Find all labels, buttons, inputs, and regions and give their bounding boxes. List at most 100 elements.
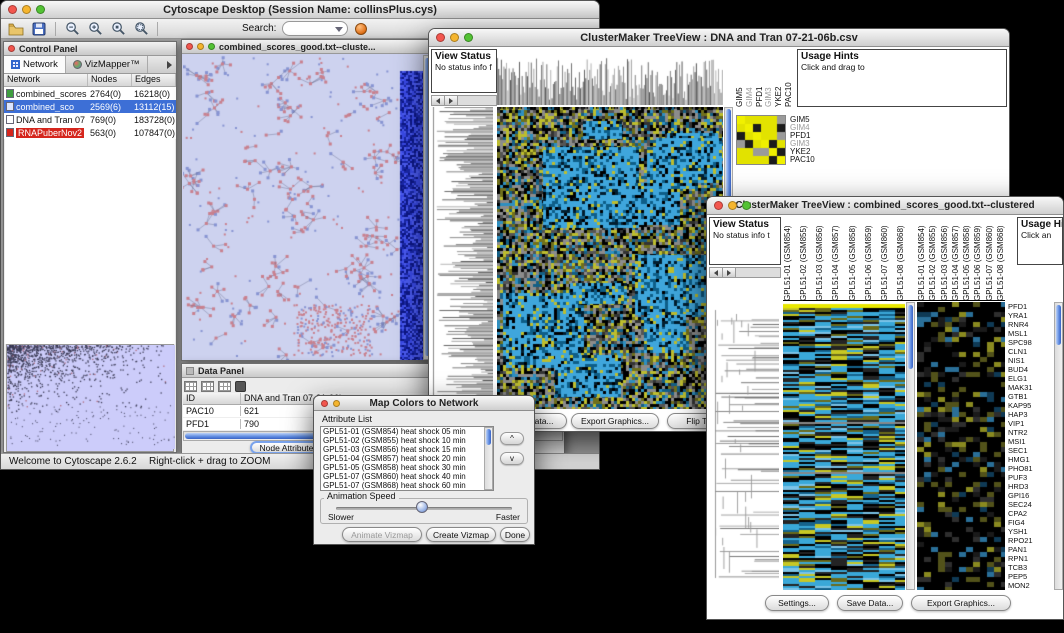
tab-network[interactable]: Network — [4, 56, 66, 73]
matrix-row-label[interactable]: PAC10 — [790, 156, 830, 164]
speed-slider-thumb[interactable] — [416, 501, 428, 513]
gene-label[interactable]: BUD4 — [1008, 365, 1052, 374]
control-panel-titlebar[interactable]: Control Panel — [4, 42, 176, 56]
array-column-label[interactable]: GPL51-01 (GSM854) — [783, 217, 792, 301]
array-column-label[interactable]: GPL51-07 (GSM860) — [880, 217, 889, 301]
matrix-column-label[interactable]: YKE2 — [774, 49, 783, 107]
array-column-label[interactable]: GPL51-05 (GSM858) — [962, 217, 971, 301]
array-column-label[interactable]: GPL51-06 (GSM859) — [973, 217, 982, 301]
array-column-label[interactable]: GPL51-01 (GSM854) — [917, 217, 926, 301]
save-icon[interactable] — [29, 20, 49, 38]
close-icon[interactable] — [321, 400, 328, 407]
export-graphics-button[interactable]: Export Graphics... — [571, 413, 659, 429]
scrollbar-thumb[interactable] — [908, 305, 913, 369]
vizmapper-launch-icon[interactable] — [351, 20, 371, 38]
secondary-heatmap-canvas[interactable] — [917, 302, 1005, 590]
zoom-in-icon[interactable] — [85, 20, 105, 38]
gene-label[interactable]: HAP3 — [1008, 410, 1052, 419]
close-icon[interactable] — [186, 43, 193, 50]
array-column-label[interactable]: GPL51-04 (GSM857) — [831, 217, 840, 301]
gene-label[interactable]: MON2 — [1008, 581, 1052, 590]
network-table-row[interactable]: combined_sco 2569(6) 13112(15) — [4, 100, 176, 113]
gene-label[interactable]: SEC24 — [1008, 500, 1052, 509]
tab-vizmapper[interactable]: VizMapper™ — [66, 56, 148, 73]
column-header-nodes[interactable]: Nodes — [88, 74, 132, 86]
gene-label[interactable]: NIS1 — [1008, 356, 1052, 365]
gene-label[interactable]: GPI16 — [1008, 491, 1052, 500]
zoom-window-icon[interactable] — [464, 33, 473, 42]
array-column-label[interactable]: GPL51-04 (GSM857) — [951, 217, 960, 301]
column-header-network[interactable]: Network — [4, 74, 88, 86]
move-up-button[interactable]: ^ — [500, 432, 524, 445]
tab-overflow-icon[interactable] — [163, 56, 176, 73]
gene-label[interactable]: RNR4 — [1008, 320, 1052, 329]
heatmap-vertical-scrollbar[interactable] — [906, 302, 915, 590]
settings-button[interactable]: Settings... — [765, 595, 829, 611]
gene-label[interactable]: HRD3 — [1008, 482, 1052, 491]
attribute-list-item[interactable]: GPL51-01 (GSM854) heat shock 05 min — [323, 427, 493, 436]
column-header-id[interactable]: ID — [183, 393, 241, 404]
minimize-icon[interactable] — [22, 5, 31, 14]
move-down-button[interactable]: v — [500, 452, 524, 465]
minimize-icon[interactable] — [450, 33, 459, 42]
gene-label[interactable]: RPO21 — [1008, 536, 1052, 545]
array-column-label[interactable]: GPL51-02 (GSM855) — [799, 217, 808, 301]
main-titlebar[interactable]: Cytoscape Desktop (Session Name: collins… — [1, 1, 599, 19]
array-column-label[interactable]: GPL51-08 (GSM868) — [896, 217, 905, 301]
open-folder-icon[interactable] — [6, 20, 26, 38]
array-column-label[interactable]: GPL51-05 (GSM858) — [848, 217, 857, 301]
tv2-titlebar[interactable]: ClusterMaker TreeView : combined_scores_… — [707, 197, 1063, 215]
gene-label[interactable]: YRA1 — [1008, 311, 1052, 320]
network-table-row[interactable]: combined_scores 2764(0) 16218(0) — [4, 87, 176, 100]
dialog-titlebar[interactable]: Map Colors to Network — [314, 396, 534, 411]
correlation-matrix-canvas[interactable] — [736, 115, 786, 165]
gene-label[interactable]: FIG4 — [1008, 518, 1052, 527]
attribute-list-item[interactable]: GPL51-07 (GSM868) heat shock 60 min — [323, 481, 493, 490]
column-header-edges[interactable]: Edges — [132, 74, 176, 86]
save-data-button[interactable]: Save Data... — [837, 595, 903, 611]
row-dendrogram-canvas[interactable] — [431, 107, 493, 409]
gene-label[interactable]: PUF3 — [1008, 473, 1052, 482]
tv2-mini-scrollbar[interactable] — [709, 267, 781, 278]
gene-label[interactable]: MAK31 — [1008, 383, 1052, 392]
attribute-list[interactable]: GPL51-01 (GSM854) heat shock 05 min GPL51… — [320, 426, 494, 491]
gene-label[interactable]: GTB1 — [1008, 392, 1052, 401]
zoom-actual-size-icon[interactable] — [108, 20, 128, 38]
attribute-list-scrollbar[interactable] — [484, 427, 493, 490]
attribute-list-item[interactable]: GPL51-07 (GSM860) heat shock 40 min — [323, 472, 493, 481]
gene-label[interactable]: RPN1 — [1008, 554, 1052, 563]
scroll-left-icon[interactable] — [432, 96, 445, 105]
gene-label[interactable]: PAN1 — [1008, 545, 1052, 554]
matrix-column-label[interactable]: GIM4 — [745, 49, 754, 107]
gene-label[interactable]: SPC98 — [1008, 338, 1052, 347]
export-graphics-button[interactable]: Export Graphics... — [911, 595, 1011, 611]
zoom-window-icon[interactable] — [36, 5, 45, 14]
close-icon[interactable] — [8, 5, 17, 14]
array-column-label[interactable]: GPL51-08 (GSM868) — [996, 217, 1005, 301]
heatmap-canvas[interactable] — [783, 302, 905, 590]
gene-label[interactable]: PEP5 — [1008, 572, 1052, 581]
tv1-titlebar[interactable]: ClusterMaker TreeView : DNA and Tran 07-… — [429, 29, 1009, 47]
attribute-table-icon[interactable] — [218, 381, 231, 392]
array-column-label[interactable]: GPL51-06 (GSM859) — [864, 217, 873, 301]
create-vizmap-button[interactable]: Create Vizmap — [426, 527, 496, 542]
gene-label[interactable]: KAP95 — [1008, 401, 1052, 410]
scroll-right-icon[interactable] — [723, 268, 736, 277]
array-column-label[interactable]: GPL51-07 (GSM860) — [985, 217, 994, 301]
zoom-out-icon[interactable] — [62, 20, 82, 38]
select-attributes-icon[interactable] — [184, 381, 197, 392]
gene-label[interactable]: MSL1 — [1008, 329, 1052, 338]
gene-label[interactable]: ELG1 — [1008, 374, 1052, 383]
scroll-track[interactable] — [458, 96, 496, 105]
network-overview[interactable] — [6, 344, 174, 452]
close-icon[interactable] — [714, 201, 723, 210]
gene-label[interactable]: TCB3 — [1008, 563, 1052, 572]
scroll-left-icon[interactable] — [710, 268, 723, 277]
matrix-column-label[interactable]: PFD1 — [755, 49, 764, 107]
zoom-fit-icon[interactable] — [131, 20, 151, 38]
tv1-mini-scrollbar[interactable] — [431, 95, 497, 106]
minimize-icon[interactable] — [728, 201, 737, 210]
delete-attribute-icon[interactable] — [235, 381, 246, 392]
create-attribute-icon[interactable] — [201, 381, 214, 392]
gene-label[interactable]: CPA2 — [1008, 509, 1052, 518]
